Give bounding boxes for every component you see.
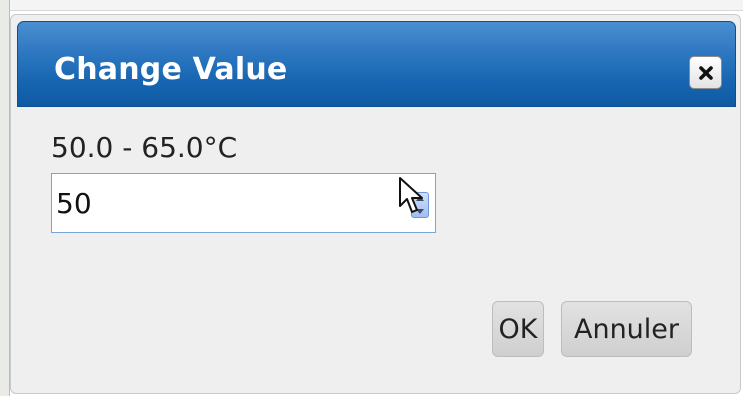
- dialog-titlebar[interactable]: Change Value: [17, 21, 736, 107]
- spinner-down-icon[interactable]: [416, 209, 424, 214]
- value-spinner[interactable]: [411, 192, 429, 218]
- close-button[interactable]: [689, 56, 722, 89]
- background-window-edge: [0, 0, 743, 11]
- change-value-dialog: Change Value 50.0 - 65.0°C OK Annuler: [10, 14, 741, 394]
- value-input[interactable]: [56, 174, 386, 232]
- dialog-title: Change Value: [54, 52, 288, 87]
- close-icon: [698, 65, 713, 80]
- cancel-button[interactable]: Annuler: [561, 301, 692, 357]
- background-window-side: [0, 0, 10, 396]
- value-input-container[interactable]: [51, 173, 436, 233]
- spinner-up-icon[interactable]: [416, 196, 424, 201]
- range-label: 50.0 - 65.0°C: [51, 131, 238, 164]
- ok-button[interactable]: OK: [492, 301, 544, 357]
